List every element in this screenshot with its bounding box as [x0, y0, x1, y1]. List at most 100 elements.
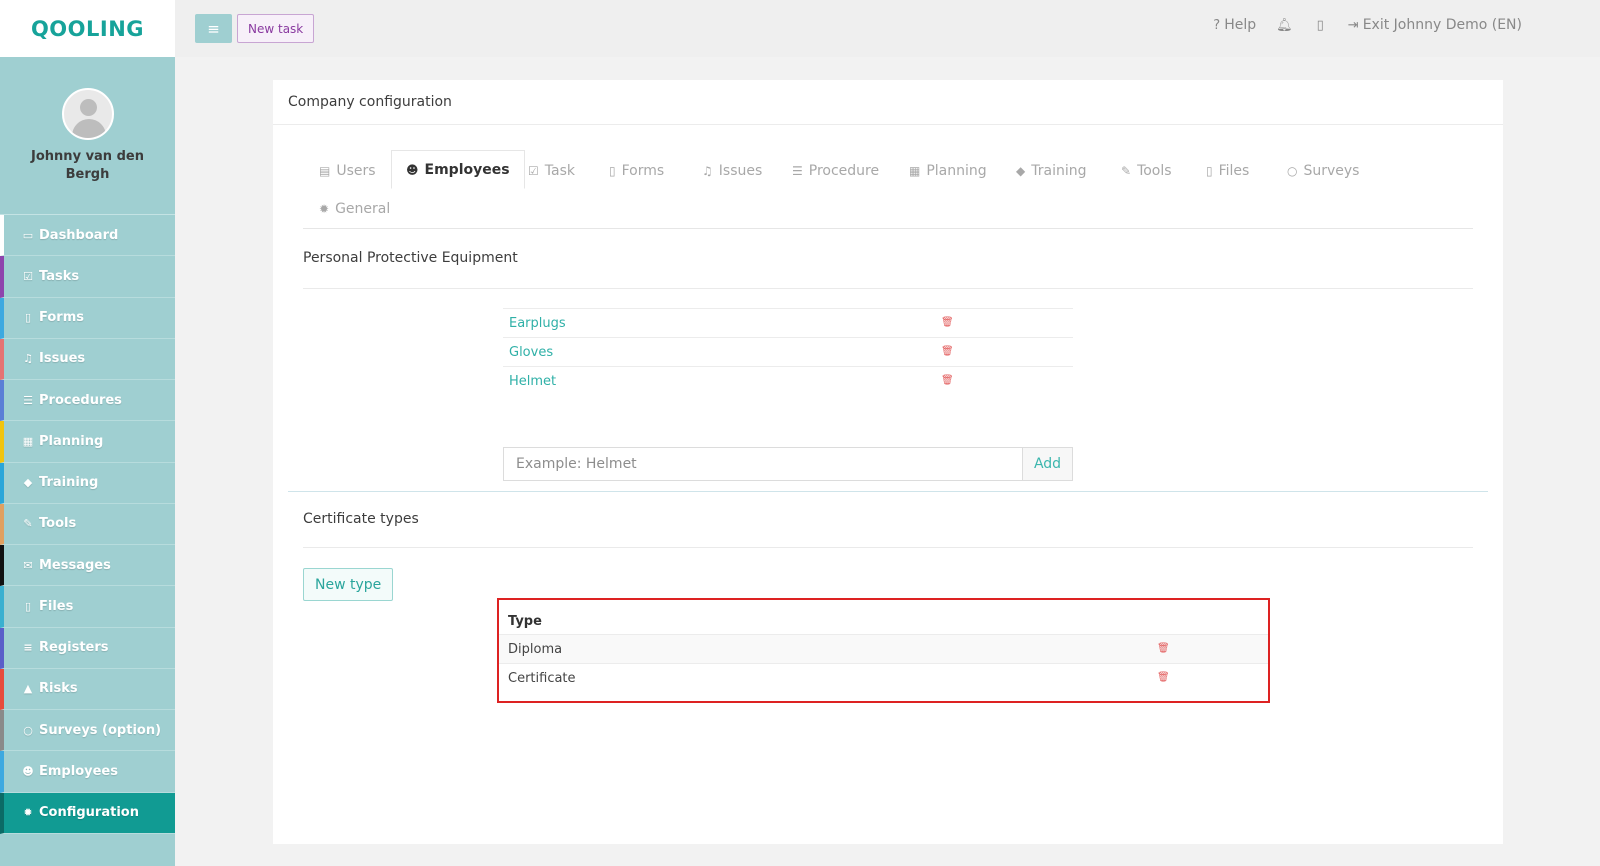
- sidebar-item-surveys[interactable]: ○ Surveys (option): [0, 710, 175, 752]
- table-row: Certificate 🗑︎: [499, 663, 1268, 692]
- sidebar-item-label: Messages: [39, 557, 111, 573]
- wrench-icon: ✎: [1121, 163, 1132, 178]
- tab-task[interactable]: ☑ Task: [514, 151, 589, 190]
- tab-label: Files: [1218, 162, 1250, 179]
- list-item: Gloves 🗑︎: [503, 337, 1073, 366]
- logo-area[interactable]: QOOLING: [0, 0, 175, 57]
- trash-icon[interactable]: 🗑︎: [941, 376, 954, 386]
- trash-icon[interactable]: 🗑︎: [1157, 644, 1170, 654]
- notifications-button[interactable]: 🔔︎: [1276, 18, 1297, 33]
- tab-procedure[interactable]: ☰ Procedure: [778, 151, 893, 190]
- ppe-name-input[interactable]: [503, 447, 1022, 481]
- users-icon: ☻: [22, 764, 34, 778]
- list-item: Helmet 🗑︎: [503, 366, 1073, 395]
- sidebar-item-label: Planning: [39, 433, 104, 449]
- sidebar-item-files[interactable]: ▯ Files: [0, 586, 175, 628]
- section-divider: [303, 288, 1473, 289]
- check-square-icon: ☑: [528, 163, 539, 178]
- cog-icon: ✹: [23, 806, 33, 820]
- sidebar-item-label: Configuration: [39, 805, 139, 821]
- new-type-button[interactable]: New type: [303, 568, 394, 601]
- ppe-item-link[interactable]: Helmet: [509, 374, 556, 389]
- menu-toggle-button[interactable]: ≡: [195, 14, 232, 43]
- tab-files[interactable]: ▯ Files: [1192, 151, 1263, 190]
- tab-label: Training: [1031, 162, 1087, 179]
- sidebar-item-label: Surveys (option): [39, 722, 162, 738]
- tab-forms[interactable]: ▯ Forms: [595, 151, 678, 190]
- top-bar: ≡ New task ? Help 🔔︎ ▯ ⇥ Exit Johnny Demo …: [175, 0, 1600, 57]
- certificate-types-table: Type Diploma 🗑︎ Certificate 🗑︎: [497, 598, 1270, 703]
- file-icon: ▯: [1206, 163, 1213, 178]
- ppe-section-title: Personal Protective Equipment: [303, 250, 518, 266]
- ppe-item-link[interactable]: Earplugs: [509, 316, 566, 331]
- new-task-button[interactable]: New task: [237, 14, 315, 43]
- avatar[interactable]: [61, 88, 114, 140]
- section-divider: [303, 547, 1473, 548]
- tab-label: General: [335, 200, 391, 217]
- qooling-logo[interactable]: QOOLING: [31, 17, 144, 41]
- config-tabs: ▤ Users ☻ Employees ☑ Task ▯ Forms ♫ Issues ☰…: [303, 150, 1473, 229]
- sidebar-item-label: Tools: [39, 516, 77, 532]
- tab-tools[interactable]: ✎ Tools: [1107, 151, 1186, 190]
- top-right-actions: ? Help 🔔︎ ▯ ⇥ Exit Johnny Demo (EN): [1193, 17, 1522, 33]
- trash-icon[interactable]: 🗑︎: [1157, 673, 1170, 683]
- sidebar-item-issues[interactable]: ♫ Issues: [0, 338, 175, 380]
- building-icon: ▯: [1316, 17, 1324, 33]
- ppe-item-link[interactable]: Gloves: [509, 345, 553, 360]
- graduation-cap-icon: ◆: [23, 476, 33, 490]
- ppe-add-form: Add: [503, 447, 1073, 481]
- sidebar-nav: ▭ Dashboard ☑ Tasks ▯ Forms ♫ Issues ☰ Proced…: [0, 215, 175, 834]
- tab-surveys[interactable]: ○ Surveys: [1273, 151, 1373, 190]
- user-name: Johnny van den Bergh: [31, 149, 144, 182]
- sidebar-item-configuration[interactable]: ✹ Configuration: [0, 792, 175, 834]
- sidebar-item-risks[interactable]: ▲ Risks: [0, 668, 175, 710]
- question-circle-icon: ?: [1213, 17, 1221, 33]
- building-button[interactable]: ▯: [1317, 18, 1328, 33]
- list-icon: ≡: [23, 641, 33, 655]
- graduation-cap-icon: ◆: [1016, 163, 1026, 178]
- sidebar-item-dashboard[interactable]: ▭ Dashboard: [0, 215, 175, 257]
- sidebar-item-procedures[interactable]: ☰ Procedures: [0, 380, 175, 422]
- company-configuration-panel: Company configuration ▤ Users ☻ Employees …: [273, 80, 1503, 844]
- sidebar-item-training[interactable]: ◆ Training: [0, 462, 175, 504]
- tab-planning[interactable]: ▦ Planning: [895, 151, 1001, 190]
- id-card-icon: ▤: [319, 163, 331, 178]
- sidebar-item-employees[interactable]: ☻ Employees: [0, 751, 175, 793]
- sidebar-item-forms[interactable]: ▯ Forms: [0, 297, 175, 339]
- file-icon: ▯: [609, 163, 616, 178]
- tab-employees[interactable]: ☻ Employees: [391, 150, 525, 189]
- bell-icon: ♫: [23, 352, 33, 366]
- file-pdf-icon: ▯: [24, 599, 32, 613]
- monitor-icon: ▭: [22, 228, 34, 242]
- warning-icon: ▲: [23, 682, 33, 696]
- tab-users[interactable]: ▤ Users: [305, 151, 390, 190]
- sidebar-item-tools[interactable]: ✎ Tools: [0, 503, 175, 545]
- exit-label: Exit Johnny Demo (EN): [1362, 17, 1522, 33]
- add-ppe-button[interactable]: Add: [1022, 447, 1073, 481]
- trash-icon[interactable]: 🗑︎: [941, 318, 954, 328]
- tab-label: Planning: [926, 162, 987, 179]
- wrench-icon: ✎: [23, 517, 33, 531]
- sidebar-item-tasks[interactable]: ☑ Tasks: [0, 256, 175, 298]
- help-link[interactable]: ? Help: [1213, 17, 1256, 33]
- sidebar-item-messages[interactable]: ✉ Messages: [0, 545, 175, 587]
- sidebar-item-label: Files: [39, 598, 74, 614]
- list-alt-icon: ☰: [23, 393, 33, 407]
- certificate-section-title: Certificate types: [303, 511, 419, 527]
- file-icon: ▯: [24, 311, 32, 325]
- sidebar-item-label: Forms: [39, 310, 84, 326]
- users-icon: ☻: [406, 162, 419, 177]
- tab-general[interactable]: ✹ General: [305, 189, 404, 228]
- sidebar-item-registers[interactable]: ≡ Registers: [0, 627, 175, 669]
- calendar-icon: ▦: [909, 163, 921, 178]
- tab-label: Forms: [621, 162, 665, 179]
- trash-icon[interactable]: 🗑︎: [941, 347, 954, 357]
- sidebar-item-label: Procedures: [39, 392, 122, 408]
- sidebar-item-label: Tasks: [39, 268, 80, 284]
- exit-demo-link[interactable]: ⇥ Exit Johnny Demo (EN): [1348, 17, 1522, 33]
- tab-issues[interactable]: ♫ Issues: [688, 151, 776, 190]
- bell-icon: ♫: [702, 163, 713, 178]
- tab-training[interactable]: ◆ Training: [1002, 151, 1100, 190]
- sidebar-item-planning[interactable]: ▦ Planning: [0, 421, 175, 463]
- panel-title: Company configuration: [273, 80, 1503, 125]
